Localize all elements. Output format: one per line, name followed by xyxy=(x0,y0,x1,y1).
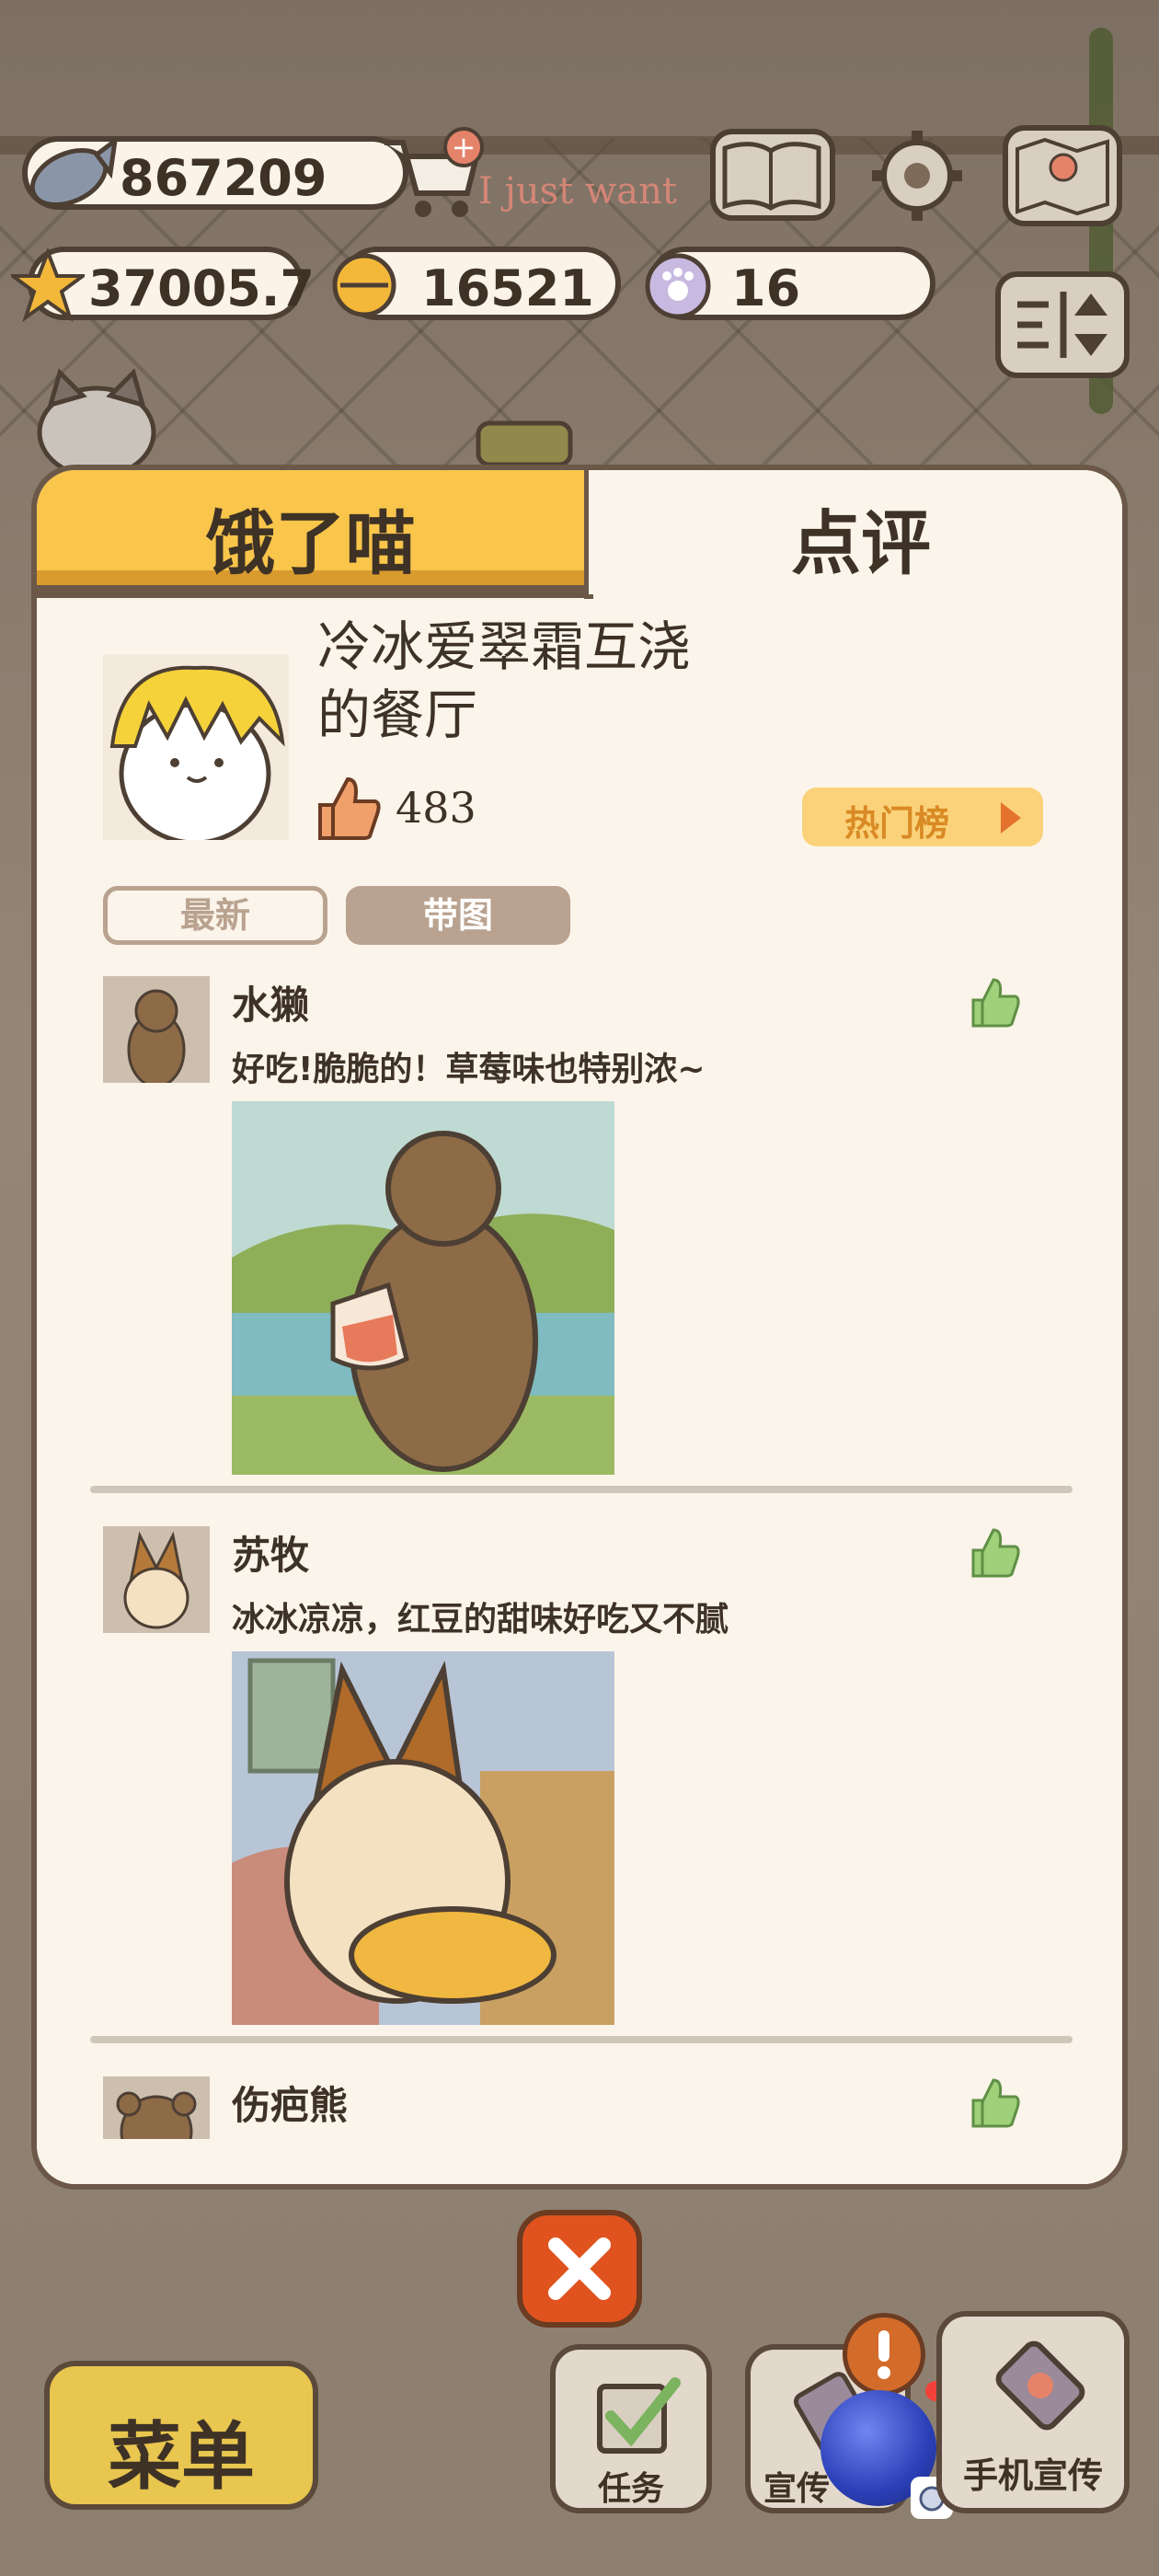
close-icon xyxy=(548,2237,611,2300)
reviewer-avatar xyxy=(103,1526,210,1633)
cat-decoration-icon xyxy=(37,368,156,478)
tasks-button[interactable]: 任务 xyxy=(550,2344,712,2513)
reviewer-name: 苏牧 xyxy=(232,1533,310,1578)
exclamation-icon xyxy=(878,2330,890,2379)
bear-avatar-icon xyxy=(103,2076,210,2139)
review-photo[interactable] xyxy=(232,1101,614,1475)
filter-latest[interactable]: 最新 xyxy=(103,886,327,945)
otter-avatar-icon xyxy=(103,976,210,1083)
corgi-with-taiyaki-image xyxy=(232,1651,614,2025)
checkbox-icon xyxy=(597,2377,681,2454)
hot-ranking-button[interactable]: 热门榜 xyxy=(802,788,1043,846)
restaurant-like-count: 483 xyxy=(396,783,476,833)
like-review-icon[interactable] xyxy=(968,976,1023,1031)
star-icon xyxy=(11,248,85,322)
restaurant-avatar xyxy=(103,654,289,840)
journal-button[interactable] xyxy=(710,129,835,221)
review-photo[interactable] xyxy=(232,1651,614,2025)
paw-count: 16 xyxy=(731,259,801,317)
reviewer-name: 水獭 xyxy=(232,983,310,1028)
chevron-right-icon xyxy=(1001,802,1021,834)
thumbs-up-icon xyxy=(318,776,381,840)
reviewer-avatar xyxy=(103,2076,210,2139)
sort-toggle-icon xyxy=(1017,292,1107,358)
restaurant-name-line1: 冷冰爱翠霜互浇 xyxy=(317,615,692,678)
phone-promo-button[interactable]: 手机宣传 xyxy=(936,2311,1130,2513)
bell-count: 16521 xyxy=(421,259,594,317)
menu-button-label: 菜单 xyxy=(108,2414,255,2500)
fish-icon xyxy=(29,136,119,208)
alert-badge xyxy=(843,2313,925,2396)
review-divider xyxy=(90,2036,1073,2043)
review-text: 冰冰凉凉，红豆的甜味好吃又不腻 xyxy=(232,1601,729,1639)
like-review-icon[interactable] xyxy=(968,1526,1023,1581)
star-count: 37005.7 xyxy=(88,259,315,317)
menu-button[interactable]: 菜单 xyxy=(44,2361,318,2510)
like-review-icon[interactable] xyxy=(968,2076,1023,2132)
restaurant-name-line2: 的餐厅 xyxy=(317,684,478,746)
reviewer-avatar xyxy=(103,976,210,1083)
map-icon xyxy=(1016,137,1109,216)
map-button[interactable] xyxy=(1003,125,1122,226)
tab-reviews-label: 点评 xyxy=(791,502,931,584)
tab-hungry-meow-label: 饿了喵 xyxy=(205,502,416,584)
layout-toggle-button[interactable] xyxy=(995,271,1130,378)
phone-icon xyxy=(995,2340,1085,2431)
hot-ranking-label: 热门榜 xyxy=(844,803,950,844)
shop-cart-icon[interactable]: + xyxy=(375,124,486,225)
review-panel: 饿了喵 点评 冷冰爱翠霜互浇 的餐厅 483 热门榜 最新 带图 水獭 好吃!脆… xyxy=(31,465,1128,2190)
tasks-label: 任务 xyxy=(597,2470,664,2508)
review-divider xyxy=(90,1486,1073,1493)
teapot-decoration-icon xyxy=(476,420,573,467)
gear-icon xyxy=(872,131,962,221)
overlay-caption: I just want xyxy=(478,170,677,213)
book-icon xyxy=(722,142,821,211)
cat-owner-portrait xyxy=(103,654,289,840)
phone-promo-label: 手机宣传 xyxy=(962,2455,1103,2496)
tab-reviews[interactable]: 点评 xyxy=(589,470,1122,594)
svg-text:+: + xyxy=(452,130,476,165)
restaurant-name: 冷冰爱翠霜互浇 的餐厅 xyxy=(317,613,814,749)
fish-count: 867209 xyxy=(120,149,327,207)
review-text: 好吃!脆脆的！草莓味也特别浓~ xyxy=(232,1051,706,1088)
filter-with-photo[interactable]: 带图 xyxy=(346,886,570,945)
reviewer-name: 伤疤熊 xyxy=(232,2083,349,2128)
tab-hungry-meow[interactable]: 饿了喵 xyxy=(37,470,584,585)
paw-coin-icon xyxy=(645,253,711,319)
corgi-avatar-icon xyxy=(103,1526,210,1633)
settings-button[interactable] xyxy=(866,125,968,226)
close-panel-button[interactable] xyxy=(517,2210,642,2328)
bell-icon xyxy=(332,253,396,317)
otter-with-dessert-image xyxy=(232,1101,614,1475)
